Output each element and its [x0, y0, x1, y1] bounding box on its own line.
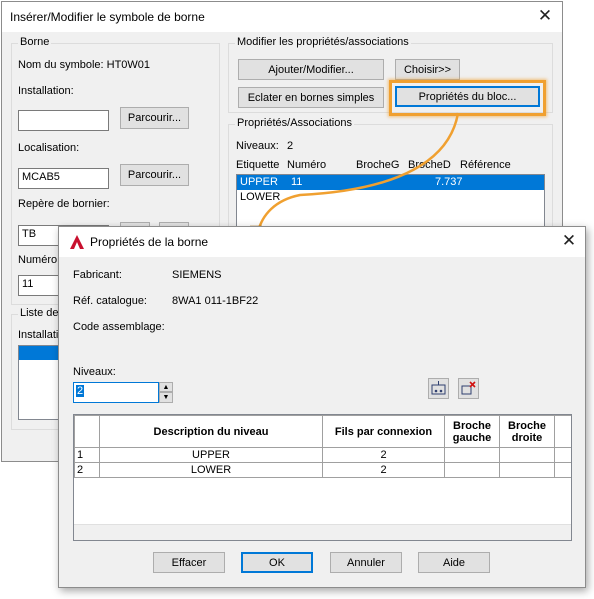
choisir-button[interactable]: Choisir>> — [395, 59, 460, 80]
proprietes-bloc-button[interactable]: Propriétés du bloc... — [395, 86, 540, 107]
niveaux-label: Niveaux: — [73, 366, 116, 378]
eclater-button[interactable]: Eclater en bornes simples — [238, 87, 384, 108]
ajouter-modifier-button[interactable]: Ajouter/Modifier... — [238, 59, 384, 80]
front-dialog-title: Propriétés de la borne — [90, 235, 209, 249]
effacer-button[interactable]: Effacer — [153, 552, 225, 573]
cell-description[interactable]: UPPER — [99, 447, 323, 463]
installation-label: Installation: — [18, 85, 74, 97]
fabricant-value: SIEMENS — [172, 269, 222, 281]
localisation-label: Localisation: — [18, 142, 80, 154]
assoc-niveaux-label: Niveaux: — [236, 140, 279, 152]
borne-group-caption: Borne — [18, 36, 52, 48]
front-title-bar: Propriétés de la borne ✕ — [59, 227, 585, 257]
col-etiquette: Etiquette — [236, 159, 280, 171]
cell-extra — [554, 462, 571, 478]
localisation-input[interactable]: MCAB5 — [18, 168, 109, 189]
nom-symbole-label: Nom du symbole: HT0W01 — [18, 59, 151, 71]
assoc-row-upper-broched: 7.737 — [435, 176, 463, 188]
delete-level-icon[interactable] — [458, 378, 479, 399]
assoc-row-upper-etiquette: UPPER — [240, 176, 278, 188]
numero-input[interactable]: 11 — [18, 275, 63, 296]
row-number: 2 — [74, 462, 100, 478]
annuler-button[interactable]: Annuler — [330, 552, 402, 573]
header-broche-droite[interactable]: Broche droite — [499, 415, 555, 448]
cell-fils[interactable]: 2 — [322, 447, 445, 463]
col-broched: BrocheD — [408, 159, 451, 171]
col-brocheg: BrocheG — [356, 159, 400, 171]
cell-broche-droite[interactable] — [499, 447, 555, 463]
table-row[interactable]: 2 LOWER 2 — [74, 462, 571, 478]
back-dialog-title: Insérer/Modifier le symbole de borne — [10, 10, 205, 24]
header-fils[interactable]: Fils par connexion — [322, 415, 445, 448]
spin-down-button[interactable]: ▼ — [159, 392, 173, 403]
horizontal-scrollbar[interactable] — [74, 524, 571, 540]
assoc-row-upper[interactable]: UPPER 11 7.737 — [237, 175, 544, 190]
autocad-icon — [70, 235, 84, 249]
niveaux-spinner-input[interactable]: 2 — [73, 382, 159, 403]
assoc-row-upper-numero: 11 — [291, 176, 303, 188]
code-assemblage-label: Code assemblage: — [73, 321, 165, 333]
ref-catalogue-label: Réf. catalogue: — [73, 295, 147, 307]
associations-list[interactable]: UPPER 11 7.737 LOWER — [236, 174, 545, 234]
ok-button[interactable]: OK — [241, 552, 313, 573]
levels-header-row: Description du niveau Fils par connexion… — [74, 415, 571, 448]
installation-input[interactable] — [18, 110, 109, 131]
row-number: 1 — [74, 447, 100, 463]
ref-catalogue-value: 8WA1 011-1BF22 — [172, 295, 259, 307]
repere-label: Repère de bornier: — [18, 198, 110, 210]
cell-extra — [554, 447, 571, 463]
assoc-niveaux-value: 2 — [287, 140, 294, 152]
liste-listbox[interactable] — [18, 345, 63, 420]
front-dialog: Propriétés de la borne ✕ Fabricant: SIEM… — [58, 226, 586, 588]
modifier-group-caption: Modifier les propriétés/associations — [235, 36, 411, 48]
header-extra — [554, 415, 571, 448]
assoc-row-lower[interactable]: LOWER — [237, 190, 544, 205]
assoc-row-lower-etiquette: LOWER — [240, 191, 281, 203]
associations-group-caption: Propriétés/Associations — [235, 117, 354, 129]
cell-broche-gauche[interactable] — [444, 447, 500, 463]
aide-button[interactable]: Aide — [418, 552, 490, 573]
col-numero: Numéro — [287, 159, 327, 171]
back-title-bar: Insérer/Modifier le symbole de borne ✕ — [2, 2, 562, 32]
row-num-header — [74, 415, 100, 448]
header-broche-gauche[interactable]: Broche gauche — [444, 415, 500, 448]
cell-broche-gauche[interactable] — [444, 462, 500, 478]
cell-description[interactable]: LOWER — [99, 462, 323, 478]
close-icon[interactable]: ✕ — [535, 6, 555, 26]
table-row[interactable]: 1 UPPER 2 — [74, 447, 571, 463]
cell-broche-droite[interactable] — [499, 462, 555, 478]
col-reference: Référence — [460, 159, 511, 171]
levels-grid-container: Description du niveau Fils par connexion… — [73, 414, 572, 541]
fabricant-label: Fabricant: — [73, 269, 122, 281]
insert-level-icon[interactable] — [428, 378, 449, 399]
localisation-browse-button[interactable]: Parcourir... — [120, 164, 189, 186]
liste-selected-row[interactable] — [19, 346, 62, 360]
levels-table: Description du niveau Fils par connexion… — [74, 415, 571, 478]
header-description[interactable]: Description du niveau — [99, 415, 323, 448]
installation-browse-button[interactable]: Parcourir... — [120, 107, 189, 129]
numero-label: Numéro: — [18, 254, 61, 266]
close-icon[interactable]: ✕ — [559, 231, 579, 251]
cell-fils[interactable]: 2 — [322, 462, 445, 478]
niveaux-spinner-value: 2 — [76, 385, 85, 397]
spin-up-button[interactable]: ▲ — [159, 382, 173, 392]
